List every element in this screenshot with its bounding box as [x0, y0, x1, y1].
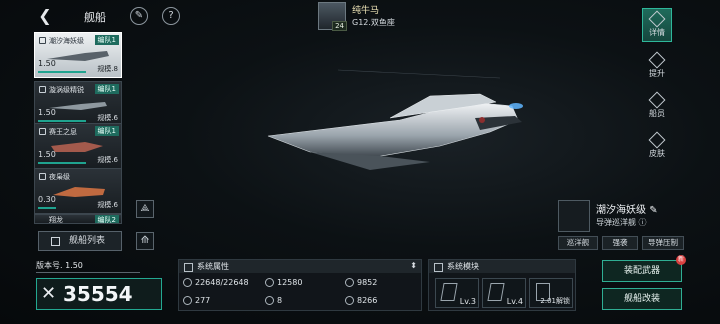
ship-card-progress — [38, 71, 86, 73]
modules-panel: 系统模块 Lv.3 Lv.4 2.01解锁 — [428, 259, 576, 311]
module-slot-3[interactable]: 2.01解锁 — [529, 278, 573, 308]
shield-icon — [345, 278, 354, 287]
ship-card-size: 规模.6 — [97, 114, 118, 122]
stat-attack: 12580 — [265, 278, 302, 287]
tab-upgrade[interactable]: 提升 — [642, 50, 672, 84]
ship-card-0[interactable]: 潮汐海妖级 编队1 1.50 规模.8 — [34, 32, 122, 78]
ship-tag-missile: 导弹压制 — [642, 236, 684, 250]
ship-card-4[interactable]: 翔龙 编队2 — [34, 214, 122, 224]
ship-name: 潮汐海妖级 ✎ — [596, 205, 658, 216]
stat-speed: 277 — [183, 296, 210, 305]
ship-card-1[interactable]: 漩涡级精锐 编队1 1.50 规模.6 — [34, 81, 122, 127]
stat-shield: 9852 — [345, 278, 377, 287]
ship-card-size: 规模.6 — [97, 156, 118, 164]
ship-class-icon — [39, 173, 46, 180]
ship-card-number: 0.30 — [38, 195, 56, 204]
fleet-tag: 编队1 — [94, 126, 119, 136]
ship-card-size: 规模.6 — [97, 201, 118, 209]
upgrade-icon — [648, 51, 666, 69]
new-badge: 新 — [676, 255, 686, 265]
tab-skin[interactable]: 皮肤 — [642, 130, 672, 164]
stats-panel-title: 系统属性 — [179, 260, 421, 273]
help-button[interactable]: ? — [162, 7, 180, 25]
attack-icon — [265, 278, 274, 287]
ship-tag-assault: 强袭 — [602, 236, 638, 250]
ship-card-number: 1.50 — [38, 150, 56, 159]
fleet-tag: 编队2 — [94, 215, 119, 223]
module-slot-2[interactable]: Lv.4 — [482, 278, 526, 308]
edit-fleet-button[interactable]: ✎ — [130, 7, 148, 25]
crossed-swords-icon: ✕ — [41, 283, 57, 304]
speed-icon — [183, 296, 192, 305]
ship-card-2[interactable]: 赛王之息 编队1 1.50 规模.6 — [34, 123, 122, 169]
rename-pencil-icon[interactable]: ✎ — [649, 205, 657, 216]
ship-card-progress — [38, 207, 56, 209]
module-icon — [440, 283, 458, 301]
version-label: 版本号. 1.50 — [36, 261, 83, 270]
back-chevron-icon: ❮ — [38, 6, 52, 25]
ship-class-icon — [39, 128, 46, 135]
skin-icon — [648, 131, 666, 149]
ship-card-name: 翔龙 — [49, 216, 63, 224]
tab-details[interactable]: 详情 — [642, 8, 672, 42]
fleet-tag: 编队1 — [94, 84, 119, 94]
ship-card-progress — [38, 162, 86, 164]
fleet-tag: 编队1 — [94, 35, 119, 45]
ship-tag-cruiser: 巡洋舰 — [558, 236, 598, 250]
ship-card-number: 1.50 — [38, 59, 56, 68]
info-icon[interactable]: ⓘ — [639, 218, 647, 227]
ship-class-icon — [39, 37, 46, 44]
combat-power-value: 35554 — [63, 282, 133, 306]
ship-card-number: 1.50 — [38, 108, 56, 117]
player-name: 纯牛马 — [352, 6, 380, 16]
ship-card-progress — [38, 120, 86, 122]
ship-illustration — [267, 69, 523, 170]
dropdown-icon[interactable]: ⬍ — [410, 261, 417, 270]
crew-icon — [648, 91, 666, 109]
module-icon — [487, 283, 505, 301]
tab-crew[interactable]: 船员 — [642, 90, 672, 124]
player-level: 24 — [332, 21, 347, 31]
module-slot-1[interactable]: Lv.3 — [435, 278, 479, 308]
equip-weapon-button[interactable]: 装配武器 — [602, 260, 682, 282]
player-info: G12.双鱼座 — [352, 18, 395, 27]
stats-panel: 系统属性 ⬍ 22648/22648 12580 9852 277 8 8266 — [178, 259, 422, 311]
page-title: 舰船 — [84, 11, 106, 24]
grid-icon — [51, 237, 60, 246]
avatar[interactable]: 24 — [318, 2, 347, 31]
hull-icon — [183, 278, 192, 287]
ship-class-icon — [39, 86, 46, 93]
ship-card-size: 规模.8 — [97, 65, 118, 73]
divider — [36, 272, 140, 273]
stat-grid: 8 — [265, 296, 282, 305]
filter-button[interactable]: ⟰ — [136, 232, 154, 250]
modules-panel-title: 系统模块 — [429, 260, 575, 273]
grid-icon — [265, 296, 274, 305]
ship-refit-button[interactable]: 舰船改装 — [602, 288, 682, 310]
ship-class-emblem-icon — [558, 200, 590, 232]
details-icon — [648, 10, 666, 28]
ship-type: 导弹巡洋舰 ⓘ — [596, 218, 647, 227]
ship-list-label: 舰船列表 — [69, 236, 106, 246]
ship-card-3[interactable]: 夜枭级 0.30 规模.6 — [34, 168, 122, 214]
back-button[interactable]: ❮ — [36, 7, 54, 25]
stat-armor: 8266 — [345, 296, 377, 305]
armor-icon — [345, 296, 354, 305]
formation-button[interactable]: ⟁ — [136, 200, 154, 218]
ship-list-button[interactable]: 舰船列表 — [38, 231, 122, 251]
stat-hull: 22648/22648 — [183, 278, 249, 287]
combat-power: ✕ 35554 — [36, 278, 162, 310]
